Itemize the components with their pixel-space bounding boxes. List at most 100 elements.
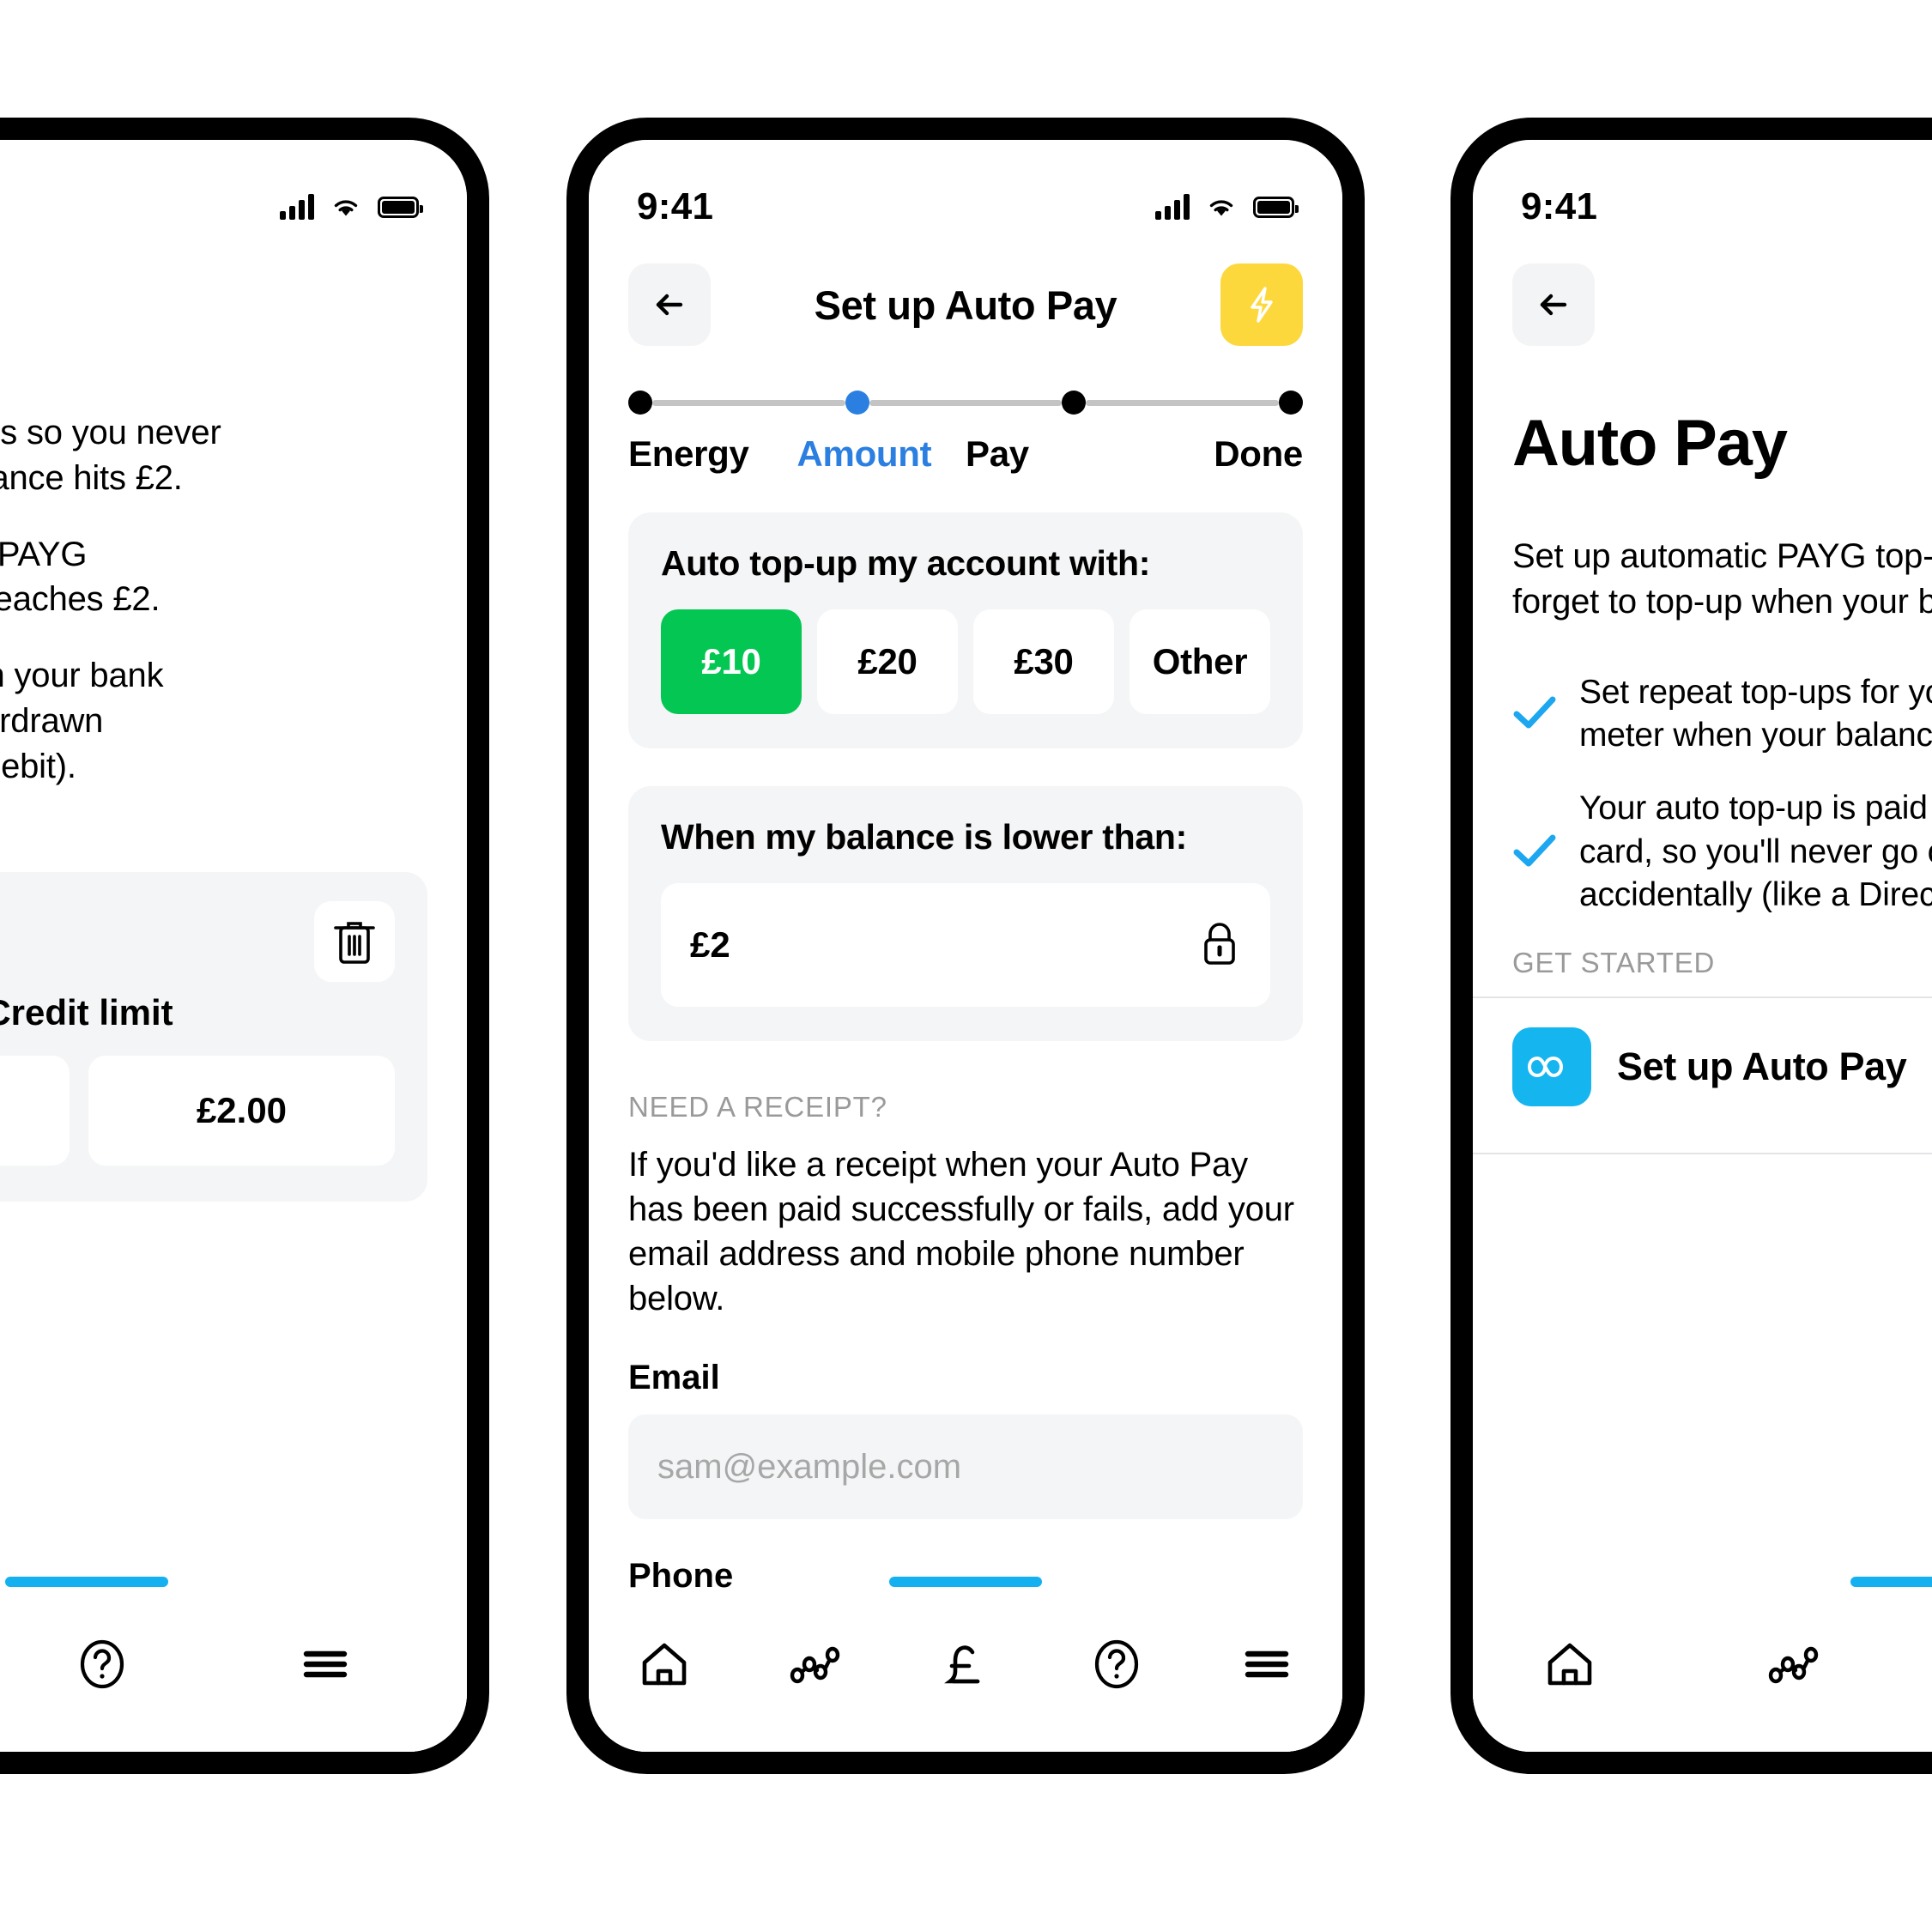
- amount-option-other[interactable]: Other: [1130, 609, 1270, 714]
- left-line-1: c PAYG top-ups so you never: [0, 414, 221, 451]
- bullet-1-line-2: meter when your balance: [1579, 717, 1932, 754]
- credit-limit-value[interactable]: £2.00: [88, 1055, 395, 1166]
- phone-centre: 9:41 Set up Auto Pay Energy Amount Pay D…: [566, 118, 1365, 1774]
- email-label: Email: [628, 1359, 720, 1396]
- threshold-value: £2: [690, 924, 730, 965]
- status-bar-left: [0, 140, 467, 234]
- tab-menu[interactable]: [1220, 1621, 1314, 1707]
- page-title-right: Auto Pay: [1595, 282, 1932, 329]
- phone-centre-screen: 9:41 Set up Auto Pay Energy Amount Pay D…: [589, 140, 1342, 1752]
- left-line-2: when your balance hits £2.: [0, 458, 183, 497]
- trash-icon[interactable]: [314, 900, 395, 982]
- bullet-2-line-2: card, so you'll never go ov: [1579, 833, 1932, 870]
- right-intro: Set up automatic PAYG top-u forget to to…: [1512, 534, 1932, 625]
- left-line-3: p-ups for your PAYG: [0, 535, 88, 573]
- back-button[interactable]: [1512, 263, 1595, 346]
- status-icons-centre: [1155, 194, 1299, 220]
- phone-right-screen: 9:41 Auto Pay Auto Pay Set up automatic …: [1473, 140, 1932, 1752]
- infinity-icon: [1512, 1027, 1591, 1107]
- tab-help[interactable]: [1069, 1621, 1164, 1707]
- progress-stepper: Energy Amount Pay Done: [589, 346, 1342, 475]
- page-title-left: Auto Pay: [0, 234, 467, 311]
- battery-icon: [1253, 196, 1299, 218]
- tab-bar-right: [1473, 1589, 1932, 1752]
- step-bar-3: [1086, 399, 1280, 406]
- credit-limit-fields: £2.00: [0, 1055, 395, 1166]
- row-label: Set up Auto Pay: [1617, 1045, 1907, 1089]
- bullet-2-line-3: accidentally (like a Direct: [1579, 876, 1932, 914]
- step-label-done: Done: [1214, 433, 1303, 474]
- threshold-card-title: When my balance is lower than:: [661, 817, 1187, 857]
- signal-icon: [1155, 194, 1190, 220]
- tab-usage[interactable]: [1746, 1621, 1840, 1707]
- bullet-2-line-1: Your auto top-up is paid: [1579, 789, 1928, 827]
- battery-icon: [378, 196, 423, 218]
- tab-home[interactable]: [1523, 1621, 1617, 1707]
- screenshot-stage: Auto Pay c PAYG top-ups so you never whe…: [0, 0, 1932, 1932]
- step-label-amount: Amount: [796, 433, 932, 474]
- bullet-item: Set repeat top-ups for yo meter when you…: [1512, 671, 1932, 758]
- status-time-centre: 9:41: [637, 185, 714, 227]
- left-line-6: ll never go overdrawn: [0, 701, 104, 740]
- phone-right: 9:41 Auto Pay Auto Pay Set up automatic …: [1451, 118, 1932, 1774]
- wifi-icon: [1205, 195, 1238, 219]
- tab-usage[interactable]: [767, 1621, 862, 1707]
- left-body-copy: c PAYG top-ups so you never when your ba…: [0, 410, 427, 790]
- step-dot-energy[interactable]: [628, 391, 652, 415]
- bullet-item: Your auto top-up is paid card, so you'll…: [1512, 787, 1932, 918]
- home-indicator-left: [5, 1577, 168, 1587]
- status-time-right: 9:41: [1521, 185, 1598, 227]
- heading-auto-pay: Auto Pay: [1512, 407, 1788, 480]
- step-label-energy: Energy: [628, 433, 749, 474]
- amount-option-20[interactable]: £20: [817, 609, 958, 714]
- step-dot-done[interactable]: [1279, 391, 1304, 415]
- left-line-5: -up is paid with your bank: [0, 657, 164, 695]
- amount-option-10[interactable]: £10: [661, 609, 802, 714]
- right-intro-line-1: Set up automatic PAYG top-u: [1512, 537, 1932, 575]
- topup-amount-card: Auto top-up my account with: £10 £20 £30…: [628, 512, 1303, 748]
- left-paragraph-3: -up is paid with your bank ll never go o…: [0, 653, 427, 789]
- phone-left: Auto Pay c PAYG top-ups so you never whe…: [0, 118, 489, 1774]
- step-bar-2: [869, 399, 1063, 406]
- email-input[interactable]: sam@example.com: [628, 1414, 1303, 1519]
- tab-menu[interactable]: [278, 1621, 372, 1707]
- amount-option-30[interactable]: £30: [973, 609, 1114, 714]
- receipt-eyebrow: NEED A RECEIPT?: [628, 1091, 887, 1123]
- stepper-track: [628, 391, 1304, 415]
- home-indicator-right: [1850, 1577, 1932, 1587]
- right-intro-line-2: forget to top-up when your b: [1512, 582, 1932, 621]
- back-button[interactable]: [628, 263, 711, 346]
- step-dot-amount[interactable]: [845, 391, 869, 415]
- balance-threshold-card: When my balance is lower than: £2: [628, 786, 1303, 1041]
- stepper-labels: Energy Amount Pay Done: [628, 433, 1303, 475]
- bullet-1-line-1: Set repeat top-ups for yo: [1579, 673, 1932, 711]
- email-placeholder: sam@example.com: [657, 1447, 962, 1486]
- wifi-icon: [330, 195, 362, 219]
- lightning-bolt-icon[interactable]: [1220, 263, 1303, 346]
- divider-bottom: [1473, 1153, 1932, 1155]
- nav-bar-right: Auto Pay: [1473, 234, 1932, 346]
- credit-limit-label: Credit limit: [0, 991, 173, 1033]
- topup-card-title: Auto top-up my account with:: [661, 543, 1151, 583]
- tab-help[interactable]: [55, 1621, 149, 1707]
- tab-bar-centre: [589, 1589, 1342, 1752]
- receipt-body: If you'd like a receipt when your Auto P…: [628, 1146, 1294, 1317]
- get-started-eyebrow: GET STARTED: [1512, 947, 1716, 979]
- status-icons-left: [280, 194, 423, 220]
- credit-limit-field-left[interactable]: [0, 1055, 70, 1166]
- left-paragraph-1: c PAYG top-ups so you never when your ba…: [0, 410, 427, 501]
- tab-bar-left: [0, 1589, 467, 1752]
- signal-icon: [280, 194, 314, 220]
- list-item-set-up-auto-pay[interactable]: Set up Auto Pay: [1473, 998, 1932, 1136]
- credit-limit-card: Credit limit £2.00: [0, 871, 427, 1202]
- threshold-value-field[interactable]: £2: [661, 883, 1270, 1007]
- tab-home[interactable]: [617, 1621, 712, 1707]
- status-bar-right: 9:41: [1473, 140, 1932, 234]
- left-line-7: (like a Direct Debit).: [0, 747, 76, 785]
- bullet-text: Your auto top-up is paid card, so you'll…: [1579, 787, 1932, 918]
- step-bar-1: [652, 399, 845, 406]
- tab-pound[interactable]: [918, 1621, 1013, 1707]
- nav-bar-centre: Set up Auto Pay: [589, 234, 1342, 346]
- step-dot-pay[interactable]: [1062, 391, 1087, 415]
- lock-icon: [1198, 919, 1241, 972]
